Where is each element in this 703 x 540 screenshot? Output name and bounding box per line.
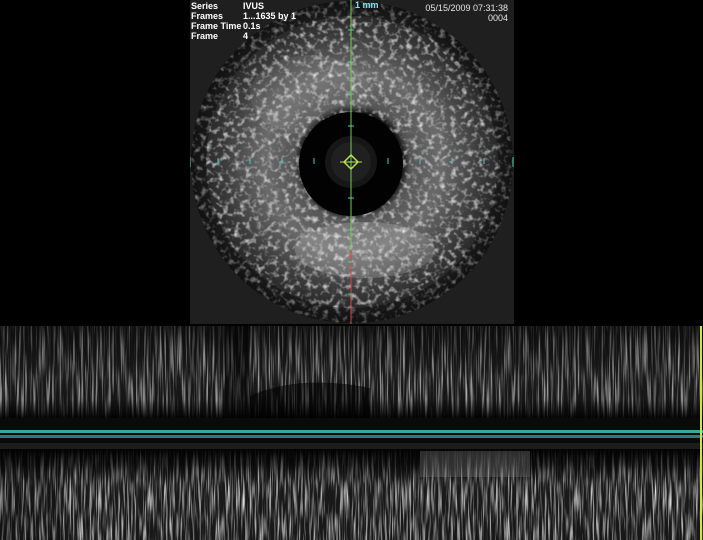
scale-label: 1 mm bbox=[355, 0, 379, 10]
series-label: Series bbox=[191, 1, 219, 11]
acquisition-datetime: 05/15/2009 07:31:38 bbox=[425, 3, 508, 13]
ivus-cross-section-image bbox=[190, 0, 514, 324]
frame-time-label: Frame Time bbox=[191, 21, 242, 31]
frame-value: 4 bbox=[243, 31, 249, 41]
frame-time-value: 0.1s bbox=[243, 21, 261, 31]
series-value: IVUS bbox=[243, 1, 265, 11]
view-separator bbox=[0, 418, 703, 449]
longitudinal-image-lower bbox=[0, 449, 703, 540]
series-info-panel: Series IVUS Frames 1...1635 by 1 Frame T… bbox=[191, 1, 296, 41]
separator-band-lower bbox=[0, 435, 703, 438]
longitudinal-view-upper[interactable] bbox=[0, 326, 703, 418]
frames-value: 1...1635 by 1 bbox=[243, 11, 297, 21]
frame-label: Frame bbox=[191, 31, 219, 41]
separator-band-upper bbox=[0, 430, 703, 433]
ivus-cross-section-view[interactable]: Series IVUS Frames 1...1635 by 1 Frame T… bbox=[190, 0, 514, 324]
longitudinal-image-upper bbox=[0, 326, 703, 418]
frames-label: Frames bbox=[191, 11, 224, 21]
image-number: 0004 bbox=[487, 13, 508, 23]
longitudinal-view-lower[interactable] bbox=[0, 449, 703, 540]
current-frame-marker[interactable] bbox=[700, 326, 702, 540]
acquisition-datetime-block: 05/15/2009 07:31:38 0004 bbox=[425, 3, 508, 23]
